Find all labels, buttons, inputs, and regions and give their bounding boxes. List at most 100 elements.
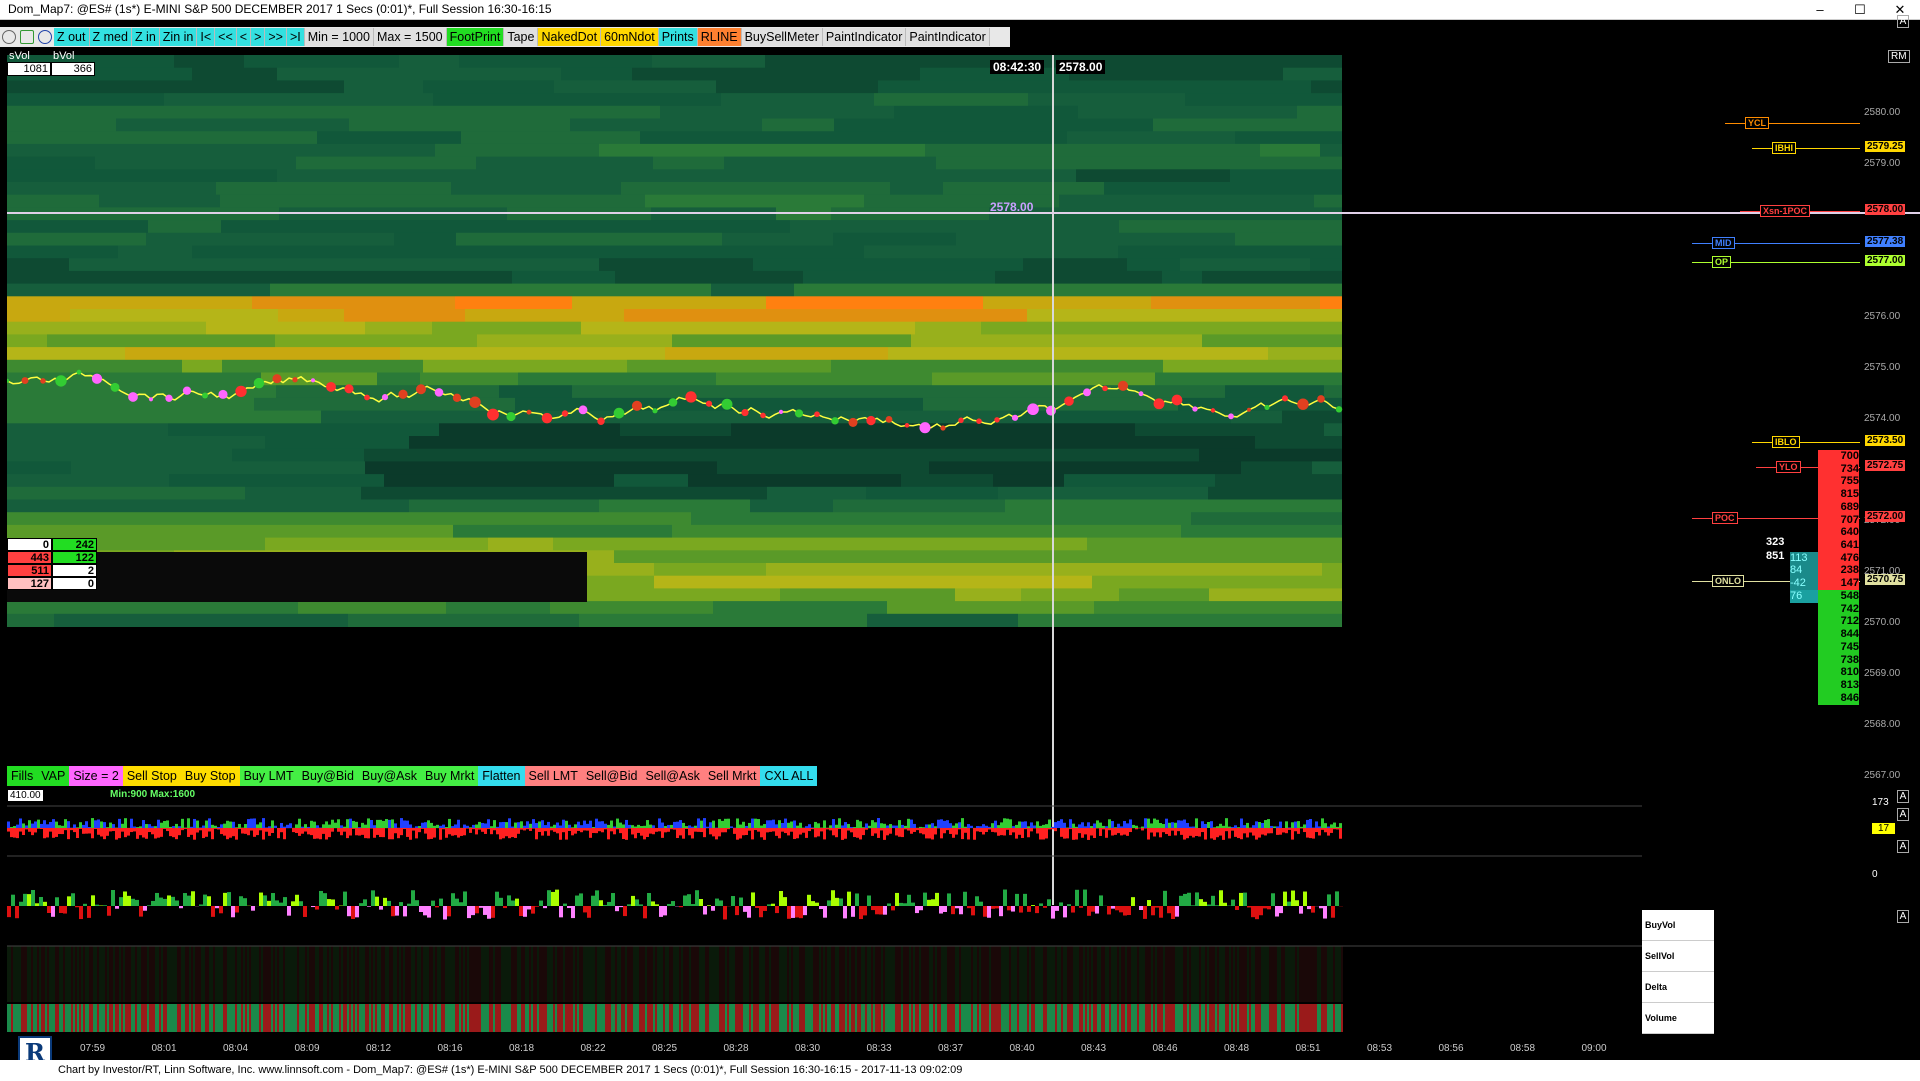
order-button-4[interactable]: Buy Stop	[180, 766, 240, 786]
delta-bar	[1043, 906, 1047, 908]
order-button-2[interactable]: Size = 2	[69, 766, 123, 786]
heat-cell	[690, 169, 871, 183]
delta-bar	[19, 901, 23, 906]
dom-row[interactable]: 844	[1790, 628, 1859, 642]
delta-bar	[619, 906, 623, 908]
order-button-5[interactable]: Buy LMT	[239, 766, 298, 786]
main-autoscale-button[interactable]: A	[1897, 15, 1909, 28]
delta-bar	[471, 906, 475, 916]
minimize-button[interactable]: –	[1800, 0, 1840, 19]
dom-row[interactable]: 113 476	[1790, 551, 1859, 565]
order-button-6[interactable]: Buy@Bid	[297, 766, 358, 786]
toolbar-button-17[interactable]: RLINE	[697, 28, 742, 46]
volume-stripe	[627, 1004, 629, 1032]
panel1-autoscale-button[interactable]: A	[1897, 790, 1909, 803]
volume-stripe	[27, 946, 29, 1002]
order-button-3[interactable]: Sell Stop	[122, 766, 181, 786]
volume-stripe	[763, 946, 765, 1002]
dom-row[interactable]: 742	[1790, 602, 1859, 616]
meter-bar	[1072, 823, 1075, 828]
dom-row[interactable]: 846	[1790, 691, 1859, 705]
volume-stripe	[171, 1004, 173, 1032]
panel4-autoscale-button[interactable]: A	[1897, 910, 1909, 923]
toolbar-button-15[interactable]: 60mNdot	[601, 28, 659, 46]
toolbar-button-14[interactable]: NakedDot	[538, 28, 602, 46]
heat-cell	[620, 423, 731, 437]
volume-stripe	[969, 946, 971, 1002]
panel-legend-item: BuyVol	[1642, 910, 1714, 941]
toolbar-button-10[interactable]: Min = 1000	[304, 28, 374, 46]
volume-stripe	[1251, 946, 1253, 1002]
volume-stripe	[63, 1004, 65, 1032]
order-button-0[interactable]: Fills	[7, 766, 38, 786]
toolbar-button-2[interactable]: Z in	[131, 28, 160, 46]
dom-row[interactable]: 755	[1790, 475, 1859, 489]
panel2-autoscale-button[interactable]: A	[1897, 808, 1909, 821]
volume-stripe	[635, 946, 637, 1002]
zoom-icon[interactable]	[2, 30, 16, 44]
toolbar-button-11[interactable]: Max = 1500	[373, 28, 447, 46]
toolbar-button-16[interactable]: Prints	[658, 28, 698, 46]
toolbar-button-7[interactable]: >	[251, 28, 266, 46]
dom-row[interactable]: -42 147	[1790, 577, 1859, 590]
order-button-1[interactable]: VAP	[37, 766, 70, 786]
toolbar-button-4[interactable]: I<	[197, 28, 216, 46]
dom-row[interactable]: 712	[1790, 615, 1859, 629]
dom-row[interactable]: 689	[1790, 500, 1859, 514]
order-button-11[interactable]: Sell@Bid	[581, 766, 642, 786]
dom-row[interactable]: 641	[1790, 538, 1859, 552]
volume-stripe	[137, 1004, 139, 1032]
dom-row[interactable]: 707	[1790, 513, 1859, 527]
toolbar-button-19[interactable]: PaintIndicator	[822, 28, 907, 46]
rm-button[interactable]: RM	[1888, 50, 1910, 63]
dom-row[interactable]: 640	[1790, 526, 1859, 540]
toolbar-button-20[interactable]: PaintIndicator	[906, 28, 990, 46]
heat-cell	[934, 524, 1181, 539]
order-button-13[interactable]: Sell Mrkt	[703, 766, 761, 786]
toolbar-button-6[interactable]: <	[236, 28, 252, 46]
dom-row[interactable]: 815	[1790, 488, 1859, 502]
dom-row[interactable]: 810	[1790, 666, 1859, 680]
order-button-12[interactable]: Sell@Ask	[641, 766, 704, 786]
dom-row[interactable]: 813	[1790, 678, 1859, 692]
order-button-14[interactable]: CXL ALL	[760, 766, 818, 786]
toolbar-button-1[interactable]: Z med	[89, 28, 132, 46]
meter-bar	[364, 824, 367, 828]
toolbar-button-5[interactable]: <<	[215, 28, 237, 46]
volume-stripe	[649, 1004, 651, 1032]
order-button-9[interactable]: Flatten	[478, 766, 525, 786]
volume-stripe	[539, 946, 541, 1002]
order-button-10[interactable]: Sell LMT	[524, 766, 582, 786]
order-button-8[interactable]: Buy Mrkt	[420, 766, 479, 786]
dom-heatmap[interactable]	[7, 47, 1642, 777]
meter-bar	[664, 828, 667, 833]
toolbar-button-13[interactable]: Tape	[504, 28, 539, 46]
heat-cell	[7, 143, 89, 158]
dom-row[interactable]: 745	[1790, 640, 1859, 654]
toolbar-button-18[interactable]: BuySellMeter	[741, 28, 823, 46]
volume-stripe	[419, 1004, 421, 1032]
dom-row[interactable]: 738	[1790, 653, 1859, 667]
meter-bar	[25, 828, 28, 830]
toolbar-button-8[interactable]: >>	[265, 28, 287, 46]
toolbar-button-0[interactable]: Z out	[54, 28, 90, 46]
volume-stripe	[147, 946, 149, 1002]
maximize-button[interactable]: ☐	[1840, 0, 1880, 19]
dom-row[interactable]: 700	[1790, 450, 1859, 463]
dom-row[interactable]: 734	[1790, 462, 1859, 476]
dom-row[interactable]: 76 548	[1790, 590, 1859, 603]
order-button-7[interactable]: Buy@Ask	[357, 766, 421, 786]
toolbar-button-9[interactable]: >I	[286, 28, 305, 46]
meter-bar	[898, 820, 901, 828]
toolbar-button-12[interactable]: FootPrint	[446, 28, 505, 46]
volume-stripe	[1197, 1004, 1199, 1032]
price-axis[interactable]: 2580.002579.002576.002575.002574.002572.…	[1860, 47, 1920, 787]
dom-row[interactable]: 84 238	[1790, 564, 1859, 578]
volume-stripe	[489, 946, 491, 1002]
clock-icon[interactable]	[38, 30, 52, 44]
candle-icon[interactable]	[20, 30, 34, 44]
meter-bar	[925, 828, 928, 839]
toolbar-button-3[interactable]: Zin in	[159, 28, 198, 46]
panel3-autoscale-button[interactable]: A	[1897, 840, 1909, 853]
meter-bar	[7, 821, 10, 828]
